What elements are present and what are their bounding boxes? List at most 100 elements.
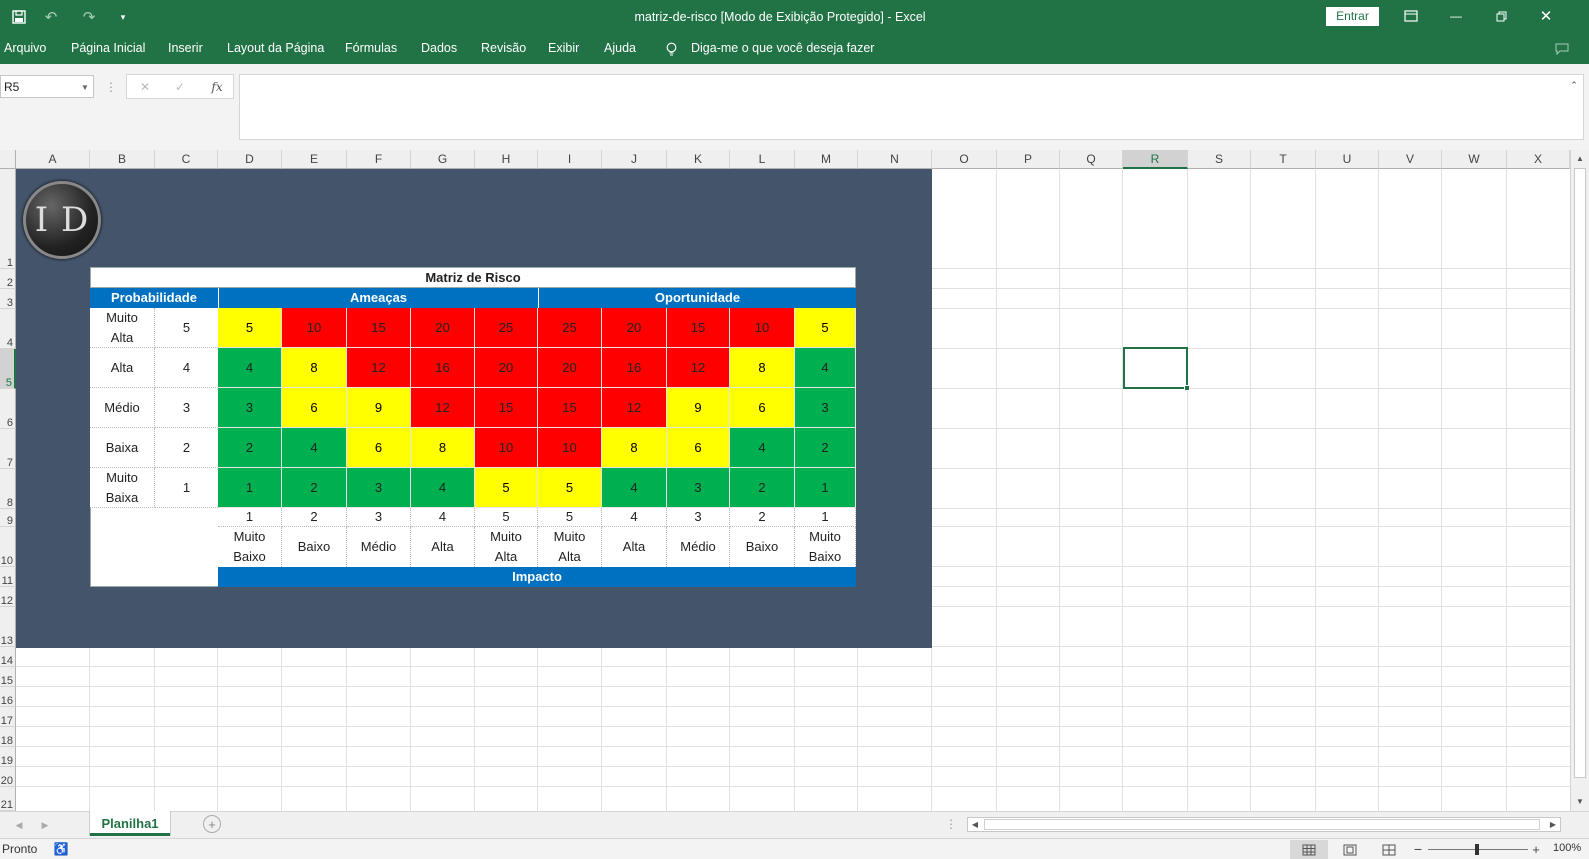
zoom-in-icon[interactable]: + — [1530, 840, 1542, 858]
cancel-icon[interactable]: ✕ — [137, 78, 153, 96]
row-header-7[interactable]: 7 — [0, 429, 16, 469]
close-icon[interactable]: ✕ — [1535, 6, 1557, 26]
zoom-slider[interactable] — [1428, 844, 1528, 855]
column-header-f[interactable]: F — [347, 150, 411, 169]
row-header-12[interactable]: 12 — [0, 587, 16, 607]
sheet-prev-icon[interactable]: ◀ — [12, 817, 26, 833]
zoom-out-icon[interactable]: − — [1412, 840, 1424, 858]
column-header-g[interactable]: G — [411, 150, 475, 169]
customize-toolbar-icon[interactable]: ▾ — [116, 8, 130, 26]
tab-pagina-inicial[interactable]: Página Inicial — [71, 41, 145, 55]
expand-formula-icon[interactable]: ⌃ — [1568, 78, 1580, 92]
probability-level: 4 — [155, 348, 218, 388]
column-header-w[interactable]: W — [1442, 150, 1507, 169]
column-header-s[interactable]: S — [1188, 150, 1251, 169]
vertical-scroll-thumb[interactable] — [1574, 168, 1586, 778]
column-header-h[interactable]: H — [475, 150, 538, 169]
chevron-down-icon[interactable]: ▼ — [80, 78, 90, 96]
tab-ajuda[interactable]: Ajuda — [604, 41, 636, 55]
row-header-9[interactable]: 9 — [0, 509, 16, 527]
column-header-p[interactable]: P — [997, 150, 1060, 169]
column-header-x[interactable]: X — [1507, 150, 1570, 169]
minimize-icon[interactable]: — — [1445, 6, 1467, 26]
column-header-j[interactable]: J — [602, 150, 667, 169]
column-header-i[interactable]: I — [538, 150, 602, 169]
column-header-e[interactable]: E — [282, 150, 347, 169]
column-header-a[interactable]: A — [16, 150, 90, 169]
tab-inserir[interactable]: Inserir — [168, 41, 203, 55]
column-header-b[interactable]: B — [90, 150, 155, 169]
fill-handle[interactable] — [1184, 385, 1190, 391]
tab-exibir[interactable]: Exibir — [548, 41, 579, 55]
row-header-18[interactable]: 18 — [0, 727, 16, 747]
sheet-next-icon[interactable]: ▶ — [38, 817, 52, 833]
tab-formulas[interactable]: Fórmulas — [345, 41, 397, 55]
sheet-tab-planilha1[interactable]: Planilha1 — [90, 811, 170, 836]
scroll-left-icon[interactable]: ◀ — [969, 818, 981, 831]
accessibility-icon[interactable]: ♿ — [52, 840, 70, 858]
undo-icon[interactable]: ↶ — [40, 8, 62, 26]
row-header-11[interactable]: 11 — [0, 567, 16, 587]
tab-revisao[interactable]: Revisão — [481, 41, 526, 55]
formula-input[interactable] — [239, 74, 1584, 140]
selected-cell-r5[interactable] — [1123, 347, 1188, 389]
column-header-c[interactable]: C — [155, 150, 218, 169]
row-header-10[interactable]: 10 — [0, 527, 16, 567]
redo-icon[interactable]: ↷ — [78, 8, 100, 26]
enter-icon[interactable]: ✓ — [172, 78, 188, 96]
row-header-15[interactable]: 15 — [0, 667, 16, 687]
add-sheet-icon[interactable]: + — [203, 815, 221, 833]
maximize-icon[interactable] — [1490, 6, 1512, 26]
row-header-2[interactable]: 2 — [0, 269, 16, 289]
normal-view-icon[interactable] — [1290, 840, 1328, 859]
row-header-6[interactable]: 6 — [0, 389, 16, 429]
column-header-v[interactable]: V — [1379, 150, 1442, 169]
scroll-up-icon[interactable]: ▲ — [1573, 152, 1587, 164]
column-header-q[interactable]: Q — [1060, 150, 1123, 169]
tab-dados[interactable]: Dados — [421, 41, 457, 55]
row-header-1[interactable]: 1 — [0, 169, 16, 269]
risk-score-cell: 10 — [538, 428, 602, 468]
column-header-m[interactable]: M — [795, 150, 858, 169]
column-header-u[interactable]: U — [1316, 150, 1379, 169]
tab-split-grip-icon[interactable]: ⋮ — [945, 816, 957, 832]
page-break-view-icon[interactable] — [1379, 840, 1399, 859]
row-header-16[interactable]: 16 — [0, 687, 16, 707]
column-header-k[interactable]: K — [667, 150, 730, 169]
insert-function-icon[interactable]: fx — [207, 78, 227, 96]
column-header-d[interactable]: D — [218, 150, 282, 169]
select-all-corner[interactable] — [0, 150, 16, 169]
row-header-14[interactable]: 14 — [0, 647, 16, 667]
row-header-4[interactable]: 4 — [0, 309, 16, 349]
row-header-17[interactable]: 17 — [0, 707, 16, 727]
ribbon-display-icon[interactable] — [1400, 6, 1422, 26]
tab-layout[interactable]: Layout da Página — [227, 41, 324, 55]
scroll-right-icon[interactable]: ▶ — [1547, 818, 1559, 831]
column-header-t[interactable]: T — [1251, 150, 1316, 169]
save-icon[interactable] — [10, 8, 28, 26]
vertical-scrollbar[interactable]: ▲ ▼ — [1570, 150, 1589, 811]
comments-icon[interactable] — [1552, 40, 1572, 58]
row-header-8[interactable]: 8 — [0, 469, 16, 509]
page-layout-view-icon[interactable] — [1340, 840, 1360, 859]
scroll-down-icon[interactable]: ▼ — [1573, 795, 1587, 807]
column-header-r[interactable]: R — [1123, 150, 1188, 169]
zoom-slider-thumb[interactable] — [1475, 844, 1479, 855]
horizontal-scroll-thumb[interactable] — [984, 819, 1540, 830]
column-header-n[interactable]: N — [858, 150, 932, 169]
row-header-20[interactable]: 20 — [0, 767, 16, 787]
row-header-19[interactable]: 19 — [0, 747, 16, 767]
row-header-5[interactable]: 5 — [0, 349, 16, 389]
tell-me-search[interactable]: Diga-me o que você deseja fazer — [691, 41, 874, 55]
column-header-o[interactable]: O — [932, 150, 997, 169]
column-header-l[interactable]: L — [730, 150, 795, 169]
row-header-3[interactable]: 3 — [0, 289, 16, 309]
horizontal-scrollbar[interactable]: ◀ ▶ — [967, 817, 1561, 832]
impact-label: Médio — [667, 527, 730, 567]
row-header-13[interactable]: 13 — [0, 607, 16, 647]
zoom-level[interactable]: 100% — [1553, 842, 1581, 854]
row-header-21[interactable]: 21 — [0, 787, 16, 811]
signin-button[interactable]: Entrar — [1326, 7, 1379, 26]
name-box[interactable]: R5 ▼ — [0, 75, 94, 98]
tab-arquivo[interactable]: Arquivo — [4, 41, 46, 55]
